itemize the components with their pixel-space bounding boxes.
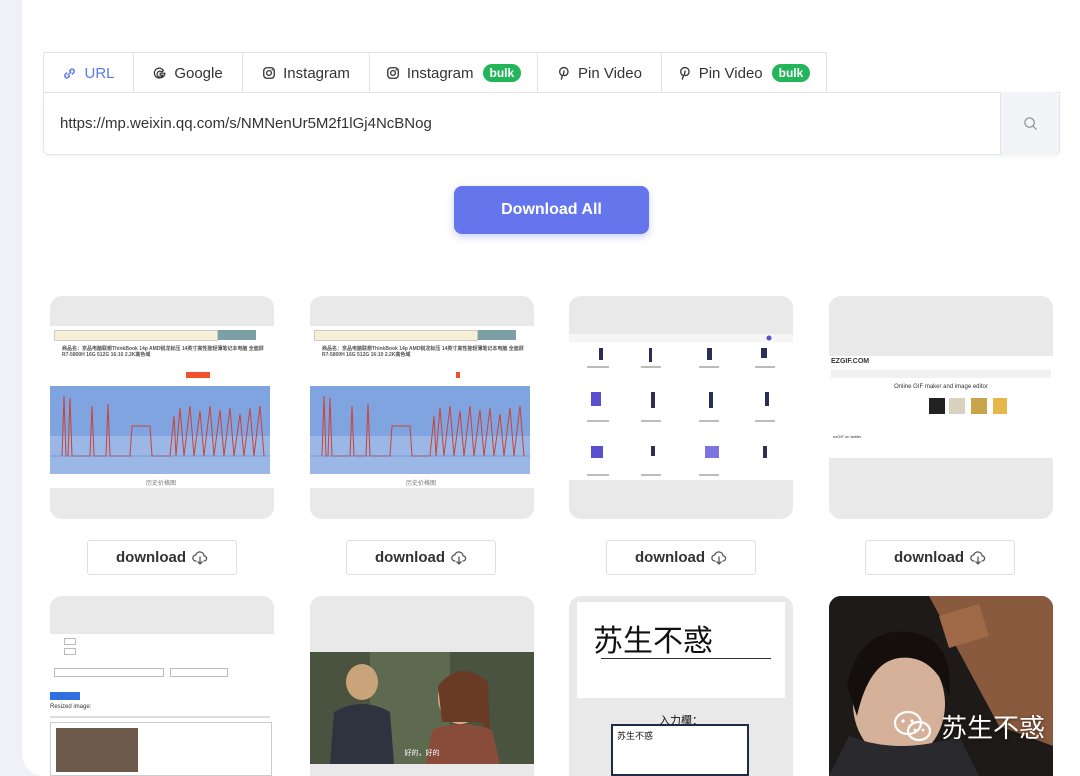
chart-caption: 历史价格图 (406, 481, 437, 487)
video-frame-thumbnail: 好的，好的 (310, 652, 534, 764)
ezgif-twitter: ezGIF on twitter (833, 434, 862, 439)
tab-url[interactable]: URL (43, 52, 134, 93)
wechat-watermark: 苏生不惑 (893, 708, 1045, 745)
download-label: download (635, 549, 705, 566)
illustrations-thumbnail (569, 334, 793, 480)
image-card: Resized image: (50, 596, 274, 776)
download-label: download (116, 549, 186, 566)
bulk-badge: bulk (482, 64, 522, 82)
instagram-icon (263, 67, 276, 79)
tab-pin-video[interactable]: Pin Video (537, 52, 662, 93)
download-button[interactable]: download (87, 540, 237, 575)
cloud-download-icon (970, 551, 986, 565)
tab-label: Pin Video (698, 64, 763, 82)
tab-google[interactable]: Google (133, 52, 243, 93)
image-card (569, 296, 793, 519)
product-title: 商品名：京品电脑联想ThinkBook 14p AMD锐龙标压 14英寸高性能轻… (322, 346, 524, 358)
instagram-icon (386, 67, 399, 79)
resized-image-label: Resized image: (50, 704, 92, 710)
tab-label: Pin Video (578, 64, 642, 82)
cloud-download-icon (711, 551, 727, 565)
illustration-grid-image (569, 334, 793, 476)
price-history-chart (310, 386, 530, 474)
ezgif-thumbnail: EZGIF.COM Online GIF maker and image edi… (829, 356, 1053, 458)
video-subtitle: 好的，好的 (404, 750, 440, 757)
pinterest-icon (559, 66, 569, 80)
tab-label: URL (84, 64, 115, 82)
price-chart-thumbnail: 商品名：京品电脑联想ThinkBook 14p AMD锐龙标压 14英寸高性能轻… (50, 326, 274, 488)
handwriting-thumbnail: 苏生不惑 (577, 602, 785, 698)
handwritten-text: 苏生不惑 (593, 624, 713, 659)
download-button[interactable]: download (865, 540, 1015, 575)
url-input[interactable] (44, 93, 1002, 154)
wechat-icon (893, 710, 932, 741)
input-box-image: 苏生不惑 (611, 724, 749, 776)
tab-label: Instagram (283, 64, 350, 82)
watermark-text: 苏生不惑 (940, 713, 1045, 743)
price-chart-thumbnail: 商品名：京品电脑联想ThinkBook 14p AMD锐龙标压 14英寸高性能轻… (310, 326, 534, 488)
image-card: EZGIF.COM Online GIF maker and image edi… (829, 296, 1053, 519)
search-button[interactable] (1000, 92, 1059, 155)
download-label: download (375, 549, 445, 566)
chart-caption: 历史价格图 (146, 481, 177, 487)
input-box-text: 苏生不惑 (617, 731, 654, 741)
download-button[interactable]: download (346, 540, 496, 575)
image-card: 好的，好的 (310, 596, 534, 776)
tab-pin-video-bulk[interactable]: Pin Video bulk (661, 52, 827, 93)
portrait-photo (829, 596, 1053, 776)
product-title: 商品名：京品电脑联想ThinkBook 14p AMD锐龙标压 14英寸高性能轻… (62, 346, 264, 358)
tab-label: Google (174, 64, 223, 82)
cloud-download-icon (192, 551, 208, 565)
download-button[interactable]: download (606, 540, 756, 575)
tab-instagram-bulk[interactable]: Instagram bulk (369, 52, 538, 93)
search-icon (1023, 117, 1037, 130)
pinterest-icon (679, 66, 690, 80)
image-card: 商品名：京品电脑联想ThinkBook 14p AMD锐龙标压 14英寸高性能轻… (310, 296, 534, 519)
price-history-chart (50, 386, 270, 474)
url-bar (43, 92, 1060, 155)
bulk-badge: bulk (771, 64, 811, 82)
cloud-download-icon (451, 551, 467, 565)
link-icon (64, 67, 76, 79)
download-label: download (894, 549, 964, 566)
image-card (829, 596, 1053, 776)
source-tabs: URL Google Instagram Instagram bulk Pin … (43, 52, 827, 93)
google-icon (154, 67, 166, 79)
resize-form-thumbnail: Resized image: (50, 634, 274, 776)
tab-label: Instagram (406, 64, 474, 82)
tab-instagram[interactable]: Instagram (242, 52, 370, 93)
image-card: 苏生不惑 入力欄： 苏生不惑 (569, 596, 793, 776)
ezgif-logo: EZGIF.COM (831, 358, 870, 365)
download-all-button[interactable]: Download All (454, 186, 649, 234)
image-card: 商品名：京品电脑联想ThinkBook 14p AMD锐龙标压 14英寸高性能轻… (50, 296, 274, 519)
ezgif-heading: Online GIF maker and image editor (894, 384, 988, 390)
